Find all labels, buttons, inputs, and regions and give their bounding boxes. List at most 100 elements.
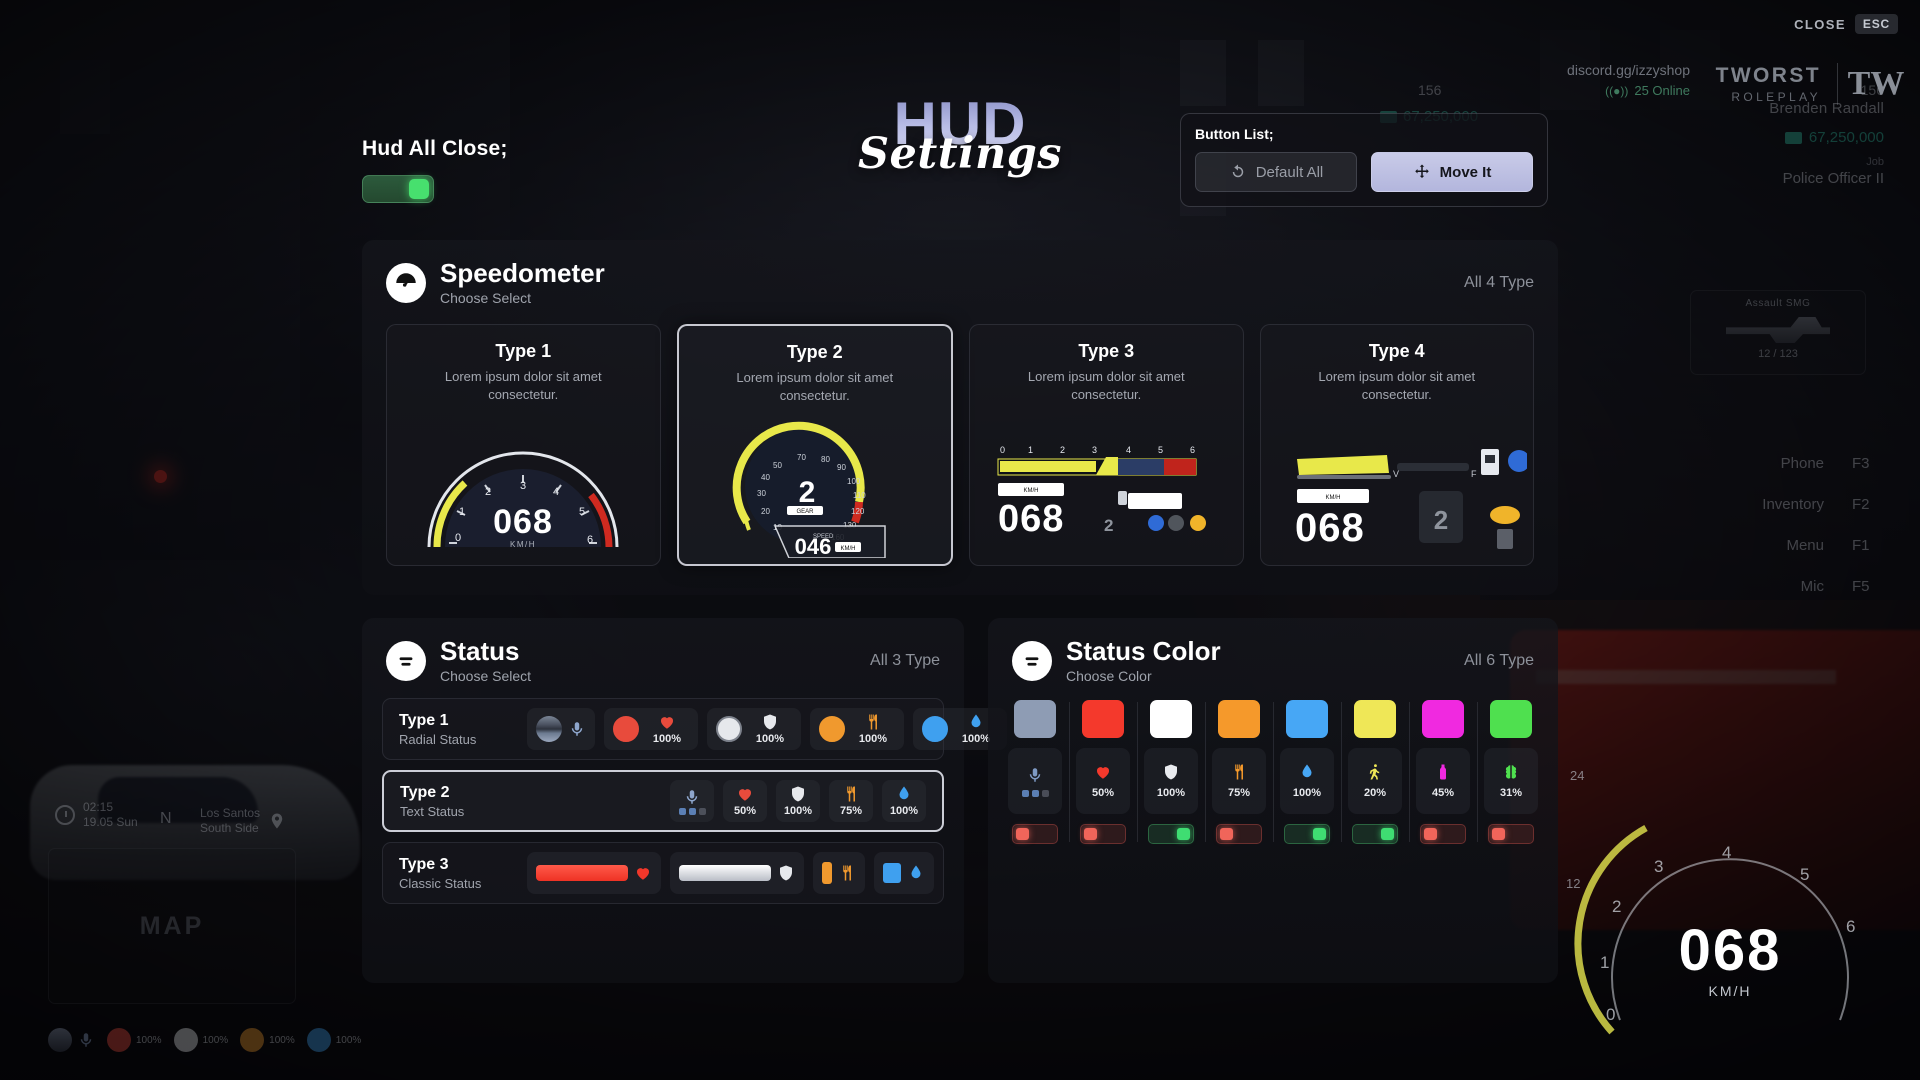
- svg-text:1: 1: [459, 506, 465, 518]
- food-icon: [843, 865, 851, 881]
- card-title: Type 4: [1368, 341, 1425, 362]
- shield-icon: [792, 786, 804, 802]
- status-item-hunger: 75%: [829, 780, 873, 823]
- health-toggle[interactable]: [1080, 824, 1126, 845]
- svg-text:1: 1: [1028, 445, 1033, 455]
- armor-bar: [679, 865, 771, 882]
- speedometer-preview-radial: 0 1 2 3 4 5 6 068 KM/H: [387, 419, 660, 559]
- svg-text:KM/H: KM/H: [1325, 495, 1340, 501]
- armor-value: 100%: [1156, 787, 1186, 800]
- stamina-cell: 20%: [1348, 748, 1402, 815]
- hud-settings-overlay: CLOSE ESC discord.gg/izzyshop ((●)) 25 O…: [0, 0, 1920, 1080]
- hunger-bar: [822, 862, 832, 885]
- status-item-armor: [670, 852, 804, 895]
- armor-value: 100%: [755, 733, 785, 746]
- stress-swatch[interactable]: [1490, 700, 1532, 739]
- microphone-icon: [571, 722, 583, 737]
- status-row-type-3[interactable]: Type 3 Classic Status: [382, 842, 944, 905]
- status-row-type-2[interactable]: Type 2 Text Status 50% 100% 75% 100%: [382, 770, 944, 833]
- speedometer-panel: Speedometer Choose Select All 4 Type Typ…: [362, 240, 1558, 595]
- color-column-stress: 31%: [1482, 700, 1540, 845]
- stamina-toggle[interactable]: [1352, 824, 1398, 845]
- card-title: Type 3: [1078, 341, 1135, 362]
- svg-text:2: 2: [798, 476, 815, 509]
- speedometer-card-type-2[interactable]: Type 2 Lorem ipsum dolor sit amet consec…: [676, 324, 953, 567]
- color-column-thirst: 100%: [1278, 700, 1342, 845]
- status-subtitle: Choose Select: [440, 668, 532, 685]
- hunger-value: 75%: [839, 805, 863, 818]
- toggle-knob: [1177, 828, 1190, 841]
- svg-text:110: 110: [853, 491, 866, 500]
- voice-toggle[interactable]: [1012, 824, 1058, 845]
- thirst-swatch[interactable]: [1286, 700, 1328, 739]
- food-icon: [1235, 764, 1243, 780]
- title-settings: Settings: [857, 129, 1062, 180]
- speedometer-header: Speedometer Choose Select All 4 Type: [362, 240, 1558, 306]
- water-icon: [899, 786, 909, 800]
- voice-swatch[interactable]: [1014, 700, 1056, 739]
- status-row-label: Type 2 Text Status: [400, 784, 528, 819]
- color-column-health: 50%: [1074, 700, 1138, 845]
- list-icon: [1012, 641, 1052, 682]
- button-list-title: Button List;: [1195, 126, 1274, 142]
- armor-ring: [716, 716, 742, 743]
- dot: [678, 807, 686, 815]
- card-title: Type 2: [786, 342, 843, 363]
- oxygen-toggle[interactable]: [1420, 824, 1466, 845]
- close-button[interactable]: CLOSE ESC: [1794, 14, 1898, 34]
- svg-text:2: 2: [485, 486, 491, 498]
- status-item-voice: [670, 780, 714, 823]
- food-icon: [869, 714, 877, 730]
- bottle-icon: [1440, 764, 1446, 780]
- hunger-swatch[interactable]: [1218, 700, 1260, 739]
- speedometer-card-type-3[interactable]: Type 3 Lorem ipsum dolor sit amet consec…: [969, 324, 1244, 567]
- dot: [688, 807, 696, 815]
- thirst-bar: [883, 863, 901, 884]
- thirst-value: 100%: [1292, 787, 1322, 800]
- card-description: Lorem ipsum dolor sit amet consectetur.: [736, 370, 894, 403]
- close-label: CLOSE: [1794, 16, 1846, 32]
- status-color-count: All 6 Type: [1464, 652, 1534, 670]
- status-color-panel: Status Color Choose Color All 6 Type 50%: [988, 618, 1558, 983]
- status-row-type-1[interactable]: Type 1 Radial Status 100% 100% 100% 100%: [382, 698, 1007, 761]
- health-value: 50%: [733, 805, 757, 818]
- heart-icon: [1096, 767, 1110, 780]
- svg-text:068: 068: [493, 503, 553, 541]
- hunger-toggle[interactable]: [1216, 824, 1262, 845]
- thirst-toggle[interactable]: [1284, 824, 1330, 845]
- thirst-cell: 100%: [1280, 748, 1334, 815]
- water-icon: [911, 865, 921, 879]
- svg-text:068: 068: [1295, 506, 1365, 550]
- status-row-subtitle: Text Status: [400, 803, 465, 819]
- svg-text:20: 20: [761, 507, 770, 516]
- card-description: Lorem ipsum dolor sit amet consectetur.: [444, 369, 602, 402]
- speedometer-card-type-1[interactable]: Type 1 Lorem ipsum dolor sit amet consec…: [386, 324, 661, 567]
- health-swatch[interactable]: [1082, 700, 1124, 739]
- toggle-knob: [1424, 828, 1437, 841]
- armor-swatch[interactable]: [1150, 700, 1192, 739]
- hud-all-close-toggle[interactable]: [362, 175, 434, 203]
- status-row-subtitle: Classic Status: [399, 875, 482, 891]
- stamina-swatch[interactable]: [1354, 700, 1396, 739]
- status-item-thirst: 100%: [882, 780, 926, 823]
- button-list-row: Default All Move It: [1195, 152, 1533, 192]
- status-row-list: Type 1 Radial Status 100% 100% 100% 100%…: [362, 684, 1007, 905]
- oxygen-cell: 45%: [1416, 748, 1470, 815]
- svg-text:KM/H: KM/H: [1024, 488, 1039, 494]
- move-it-button[interactable]: Move It: [1371, 152, 1533, 192]
- stress-toggle[interactable]: [1488, 824, 1534, 845]
- speedometer-card-type-4[interactable]: Type 4 Lorem ipsum dolor sit amet consec…: [1259, 324, 1534, 567]
- default-all-button[interactable]: Default All: [1195, 152, 1357, 192]
- status-title: Status: [440, 636, 520, 666]
- toggle-knob: [1492, 828, 1505, 841]
- speedometer-card-list: Type 1 Lorem ipsum dolor sit amet consec…: [362, 306, 1558, 567]
- thirst-value: 100%: [889, 805, 919, 818]
- svg-text:40: 40: [761, 473, 770, 482]
- color-column-oxygen: 45%: [1414, 700, 1478, 845]
- oxygen-value: 45%: [1431, 787, 1455, 800]
- oxygen-swatch[interactable]: [1422, 700, 1464, 739]
- armor-toggle[interactable]: [1148, 824, 1194, 845]
- voice-level-dots: [678, 807, 706, 815]
- hunger-value: 75%: [1227, 787, 1251, 800]
- svg-text:120: 120: [851, 507, 865, 516]
